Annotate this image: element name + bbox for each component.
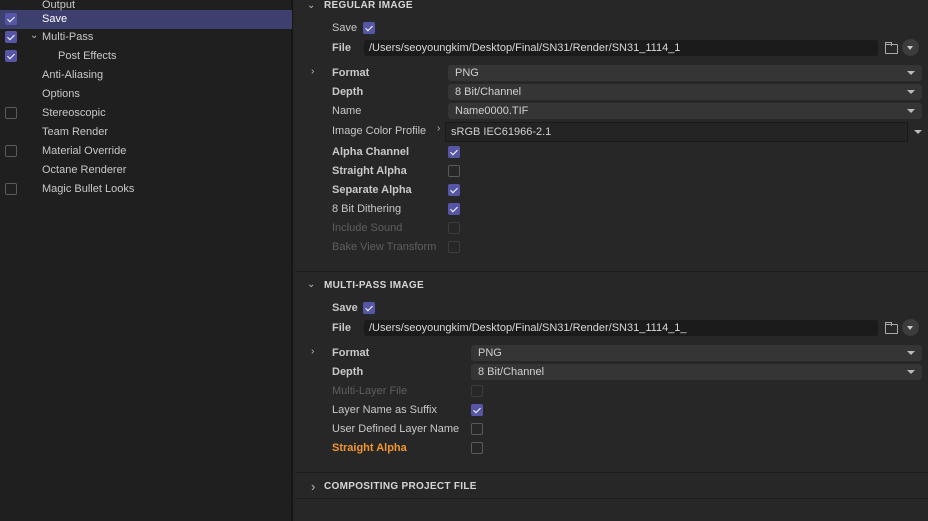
chevron-right-icon[interactable]: › bbox=[311, 346, 314, 357]
sidebar: Output Save ⌄ Multi-Pass Post Effects Ant… bbox=[0, 0, 293, 521]
multi-layer-file-checkbox bbox=[471, 385, 483, 397]
checkbox[interactable] bbox=[5, 145, 17, 157]
folder-icon[interactable] bbox=[885, 42, 898, 54]
checkbox[interactable] bbox=[5, 31, 17, 43]
regular-depth-row: Depth 8 Bit/Channel bbox=[295, 83, 928, 102]
multipass-option-row: Layer Name as Suffix bbox=[295, 401, 928, 420]
folder-icon[interactable] bbox=[885, 322, 898, 334]
multipass-file-input[interactable]: /Users/seoyoungkim/Desktop/Final/SN31/Re… bbox=[364, 320, 878, 336]
chevron-down-icon[interactable]: ⌄ bbox=[307, 0, 315, 11]
regular-option-row: Include Sound bbox=[295, 219, 928, 238]
chevron-down-icon[interactable] bbox=[914, 130, 922, 138]
chevron-down-icon[interactable]: ⌄ bbox=[30, 30, 38, 41]
include-sound-checkbox bbox=[448, 222, 460, 234]
sidebar-item-magic-bullet-looks[interactable]: Magic Bullet Looks bbox=[0, 180, 292, 199]
sidebar-item-anti-aliasing[interactable]: Anti-Aliasing bbox=[0, 66, 292, 85]
multipass-depth-row: Depth 8 Bit/Channel bbox=[295, 363, 928, 382]
section-header-multi-pass-image[interactable]: MULTI-PASS IMAGE bbox=[324, 280, 424, 291]
multipass-option-row: Straight Alpha bbox=[295, 439, 928, 458]
sidebar-item-stereoscopic[interactable]: Stereoscopic bbox=[0, 104, 292, 123]
regular-option-row: 8 Bit Dithering bbox=[295, 200, 928, 219]
regular-format-row: › Format PNG bbox=[295, 64, 928, 83]
chevron-right-icon[interactable]: › bbox=[311, 479, 315, 494]
sidebar-item-output[interactable]: Output bbox=[0, 0, 292, 11]
sidebar-item-octane-renderer[interactable]: Octane Renderer bbox=[0, 161, 292, 180]
dropdown-circle-button[interactable] bbox=[902, 319, 919, 336]
multipass-format-select[interactable]: PNG bbox=[471, 345, 922, 361]
regular-name-select[interactable]: Name0000.TIF bbox=[448, 103, 922, 119]
regular-name-row: Name Name0000.TIF bbox=[295, 102, 928, 121]
regular-option-row: Bake View Transform bbox=[295, 238, 928, 257]
chevron-right-icon[interactable]: › bbox=[437, 123, 440, 134]
sidebar-item-material-override[interactable]: Material Override bbox=[0, 142, 292, 161]
user-defined-layer-name-checkbox[interactable] bbox=[471, 423, 483, 435]
layer-name-suffix-checkbox[interactable] bbox=[471, 404, 483, 416]
regular-save-row: Save bbox=[295, 19, 928, 38]
checkbox[interactable] bbox=[5, 13, 17, 25]
checkbox[interactable] bbox=[5, 183, 17, 195]
regular-depth-select[interactable]: 8 Bit/Channel bbox=[448, 84, 922, 100]
straight-alpha-checkbox[interactable] bbox=[448, 165, 460, 177]
sidebar-item-team-render[interactable]: Team Render bbox=[0, 123, 292, 142]
regular-profile-row: Image Color Profile › sRGB IEC61966-2.1 bbox=[295, 122, 928, 142]
divider bbox=[295, 498, 928, 499]
alpha-channel-checkbox[interactable] bbox=[448, 146, 460, 158]
multipass-option-row: Multi-Layer File bbox=[295, 382, 928, 401]
dropdown-circle-button[interactable] bbox=[902, 39, 919, 56]
sidebar-item-save[interactable]: Save bbox=[0, 10, 292, 29]
divider bbox=[295, 472, 928, 473]
sidebar-item-options[interactable]: Options bbox=[0, 85, 292, 104]
regular-file-row: File/Users/seoyoungkim/Desktop/Final/SN3… bbox=[295, 39, 928, 58]
sidebar-item-multi-pass[interactable]: ⌄ Multi-Pass bbox=[0, 28, 292, 47]
regular-save-checkbox[interactable] bbox=[363, 22, 375, 34]
bake-view-transform-checkbox bbox=[448, 241, 460, 253]
regular-color-profile-field[interactable]: sRGB IEC61966-2.1 bbox=[445, 122, 908, 142]
separate-alpha-checkbox[interactable] bbox=[448, 184, 460, 196]
section-header-regular-image[interactable]: REGULAR IMAGE bbox=[324, 0, 413, 11]
regular-option-row: Separate Alpha bbox=[295, 181, 928, 200]
section-header-compositing-project-file[interactable]: COMPOSITING PROJECT FILE bbox=[324, 481, 477, 492]
chevron-down-icon[interactable]: ⌄ bbox=[307, 279, 315, 290]
chevron-right-icon[interactable]: › bbox=[311, 66, 314, 77]
divider bbox=[295, 271, 928, 272]
regular-option-row: Alpha Channel bbox=[295, 143, 928, 162]
regular-file-input[interactable]: /Users/seoyoungkim/Desktop/Final/SN31/Re… bbox=[364, 40, 878, 56]
checkbox[interactable] bbox=[5, 50, 17, 62]
settings-panel: ⌄ REGULAR IMAGE Save File/Users/seoyoung… bbox=[295, 0, 928, 521]
multipass-depth-select[interactable]: 8 Bit/Channel bbox=[471, 364, 922, 380]
dithering-checkbox[interactable] bbox=[448, 203, 460, 215]
multipass-option-row: User Defined Layer Name bbox=[295, 420, 928, 439]
regular-format-select[interactable]: PNG bbox=[448, 65, 922, 81]
multipass-save-checkbox[interactable] bbox=[363, 302, 375, 314]
multipass-file-row: File/Users/seoyoungkim/Desktop/Final/SN3… bbox=[295, 319, 928, 338]
sidebar-item-post-effects[interactable]: Post Effects bbox=[0, 47, 292, 66]
multipass-straight-alpha-checkbox[interactable] bbox=[471, 442, 483, 454]
multipass-save-row: Save bbox=[295, 299, 928, 318]
checkbox[interactable] bbox=[5, 107, 17, 119]
regular-option-row: Straight Alpha bbox=[295, 162, 928, 181]
multipass-format-row: › Format PNG bbox=[295, 344, 928, 363]
